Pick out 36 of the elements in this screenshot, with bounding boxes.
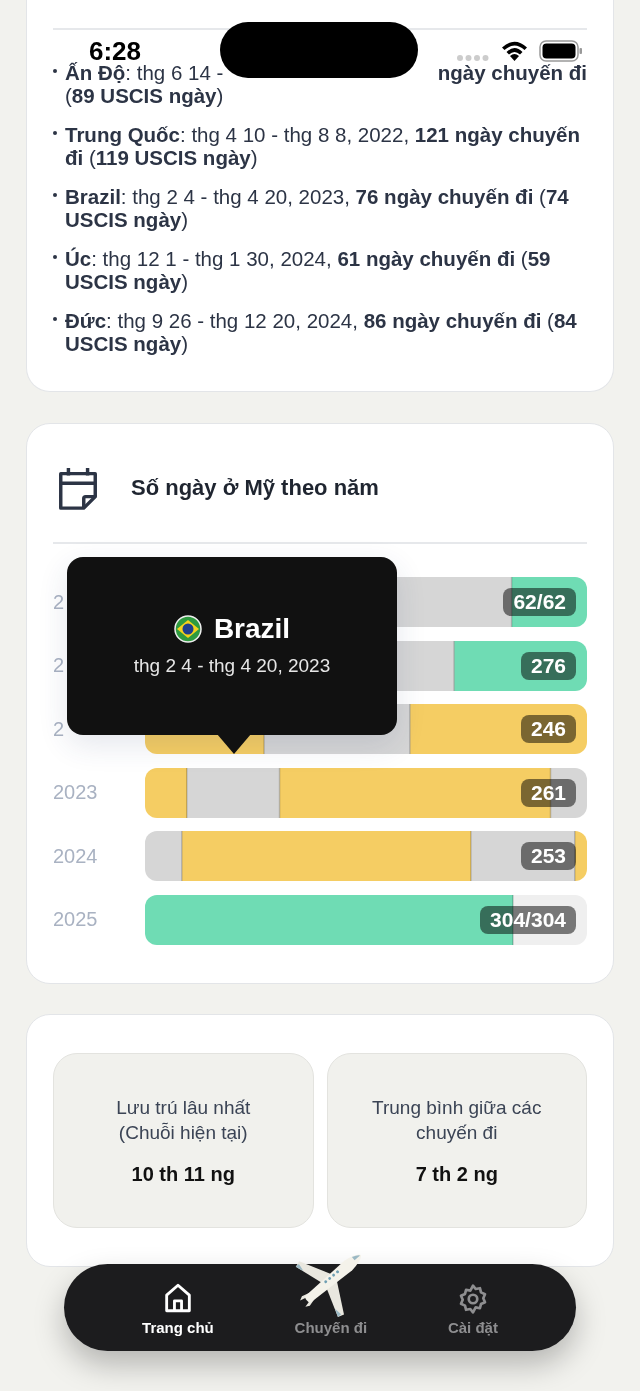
year-label: 2 bbox=[53, 590, 66, 614]
year-label: 2023 bbox=[53, 781, 99, 804]
section-title: Số ngày ở Mỹ theo năm bbox=[131, 475, 379, 501]
tooltip-title: Brazil bbox=[213, 613, 291, 645]
bullet-icon bbox=[53, 317, 57, 321]
year-label: 2024 bbox=[53, 844, 99, 868]
year-label: 2025 bbox=[53, 908, 99, 931]
trip-text: Trung Quốc: thg 4 10 - thg 8 8, 2022, 121 ngày chuyến đi (119 USCIS ngày) bbox=[65, 123, 582, 169]
day-count-badge: 246 bbox=[520, 715, 576, 743]
signal-icon bbox=[456, 54, 490, 62]
bullet-icon bbox=[53, 69, 57, 73]
stat-value: 7 th 2 ng bbox=[415, 1162, 498, 1186]
wifi-icon bbox=[501, 40, 528, 61]
trip-text: Đức: thg 9 26 - thg 12 20, 2024, 86 ngày chuyến đi (84 USCIS ngày) bbox=[65, 309, 578, 355]
bullet-icon bbox=[53, 193, 57, 197]
trip-text: Úc: thg 12 1 - thg 1 30, 2024, 61 ngày chuyến đi (59 USCIS ngày) bbox=[65, 247, 552, 293]
day-count-badge: 253 bbox=[520, 842, 576, 870]
stat-value: 10 th 11 ng bbox=[131, 1162, 235, 1186]
day-count-badge: 276 bbox=[520, 651, 576, 680]
stat-label: Trung bình giữa các chuyến đi bbox=[371, 1095, 543, 1145]
tooltip-dates: thg 2 4 - thg 4 20, 2023 bbox=[133, 655, 331, 677]
day-count-badge: 62/62 bbox=[503, 588, 576, 616]
year-label: 2 bbox=[53, 717, 66, 741]
trip-text: Brazil: thg 2 4 - thg 4 20, 2023, 76 ngày chuyến đi (74 USCIS ngày) bbox=[65, 185, 570, 231]
bullet-icon bbox=[53, 131, 57, 135]
bullet-icon bbox=[53, 255, 57, 259]
tab[interactable]: Trang chủ bbox=[142, 1281, 214, 1336]
day-count-badge: 261 bbox=[520, 778, 576, 807]
battery-icon bbox=[539, 40, 583, 62]
day-count-badge: 304/304 bbox=[480, 905, 576, 934]
stat-label: Lưu trú lâu nhất (Chuỗi hiện tại) bbox=[115, 1095, 252, 1145]
trip-text: (89 USCIS ngày) bbox=[65, 84, 225, 107]
trip-text: ngày chuyến đi bbox=[437, 61, 587, 84]
tab[interactable]: Chuyến đi bbox=[289, 1239, 372, 1336]
flag-icon bbox=[173, 615, 202, 643]
tab[interactable]: Cài đặt bbox=[447, 1283, 498, 1336]
